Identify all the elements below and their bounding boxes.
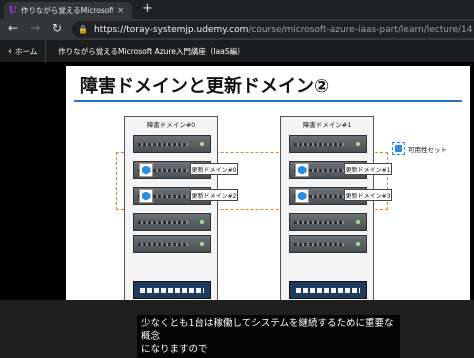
new-tab-button[interactable]: + (142, 1, 153, 16)
update-domain-label: 更新ドメイン#1 (344, 163, 392, 175)
home-label: ホーム (15, 46, 38, 56)
network-switch (133, 281, 211, 299)
server-unit (133, 213, 211, 231)
video-caption: 少なくとも1台は稼働してシステムを継続するために重要な概念 になりますので (137, 315, 400, 358)
server-unit (289, 135, 367, 153)
caption-line: になりますので (141, 344, 208, 355)
server-unit (289, 213, 367, 231)
server-unit (133, 235, 211, 253)
network-switch (289, 281, 367, 299)
virtual-machine-icon (295, 189, 309, 203)
browser-tab-bar: U 作りながら覚えるMicrosoft Azure入門講座（IaaS編） × + (0, 0, 474, 19)
slide-title: 障害ドメインと更新ドメイン② (80, 76, 330, 97)
url-input[interactable]: 🔒 https://toray-systemjp.udemy.com/cours… (72, 21, 474, 38)
lock-icon: 🔒 (78, 25, 88, 34)
virtual-machine-icon (139, 163, 153, 177)
course-header: ‹ ホーム 作りながら覚えるMicrosoft Azure入門講座（IaaS編） (0, 40, 474, 62)
rack-label: 障害ドメイン#0 (146, 121, 196, 129)
udemy-logo-icon: U (9, 5, 17, 16)
rack-label: 障害ドメイン#1 (302, 121, 352, 129)
update-domain-label: 更新ドメイン#2 (190, 189, 238, 201)
address-bar-row: ← → ↻ 🔒 https://toray-systemjp.udemy.com… (0, 19, 474, 40)
update-domain-label: 更新ドメイン#0 (190, 163, 238, 175)
home-link[interactable]: ‹ ホーム (0, 40, 47, 62)
availability-set-icon (392, 142, 405, 155)
caption-line: 少なくとも1台は稼働してシステムを継続するために重要な概念 (141, 318, 394, 342)
forward-arrow-icon[interactable]: → (30, 21, 40, 35)
close-tab-icon[interactable]: × (117, 6, 125, 16)
reload-icon[interactable]: ↻ (52, 21, 62, 35)
url-text: https://toray-systemjp.udemy.com/course/… (93, 24, 473, 35)
browser-tab[interactable]: U 作りながら覚えるMicrosoft Azure入門講座（IaaS編） × (4, 2, 132, 19)
video-player[interactable]: 障害ドメインと更新ドメイン② 障害ドメイン#0 更新ドメイン#0 更新ドメイン#… (0, 62, 474, 358)
course-title: 作りながら覚えるMicrosoft Azure入門講座（IaaS編） (58, 46, 245, 56)
back-arrow-icon[interactable]: ← (8, 21, 18, 35)
server-unit (133, 135, 211, 153)
fault-domain-rack-1: 障害ドメイン#1 (280, 116, 374, 300)
chevron-left-icon: ‹ (8, 45, 12, 57)
availability-set-label: 可用性セット (408, 146, 447, 154)
title-rule (74, 100, 462, 102)
virtual-machine-icon (139, 189, 153, 203)
update-domain-label: 更新ドメイン#3 (344, 189, 392, 201)
virtual-machine-icon (295, 163, 309, 177)
fault-domain-rack-0: 障害ドメイン#0 (124, 116, 218, 300)
tab-title: 作りながら覚えるMicrosoft Azure入門講座（IaaS編） (20, 6, 113, 15)
server-unit (289, 235, 367, 253)
lecture-slide: 障害ドメインと更新ドメイン② 障害ドメイン#0 更新ドメイン#0 更新ドメイン#… (66, 66, 470, 300)
